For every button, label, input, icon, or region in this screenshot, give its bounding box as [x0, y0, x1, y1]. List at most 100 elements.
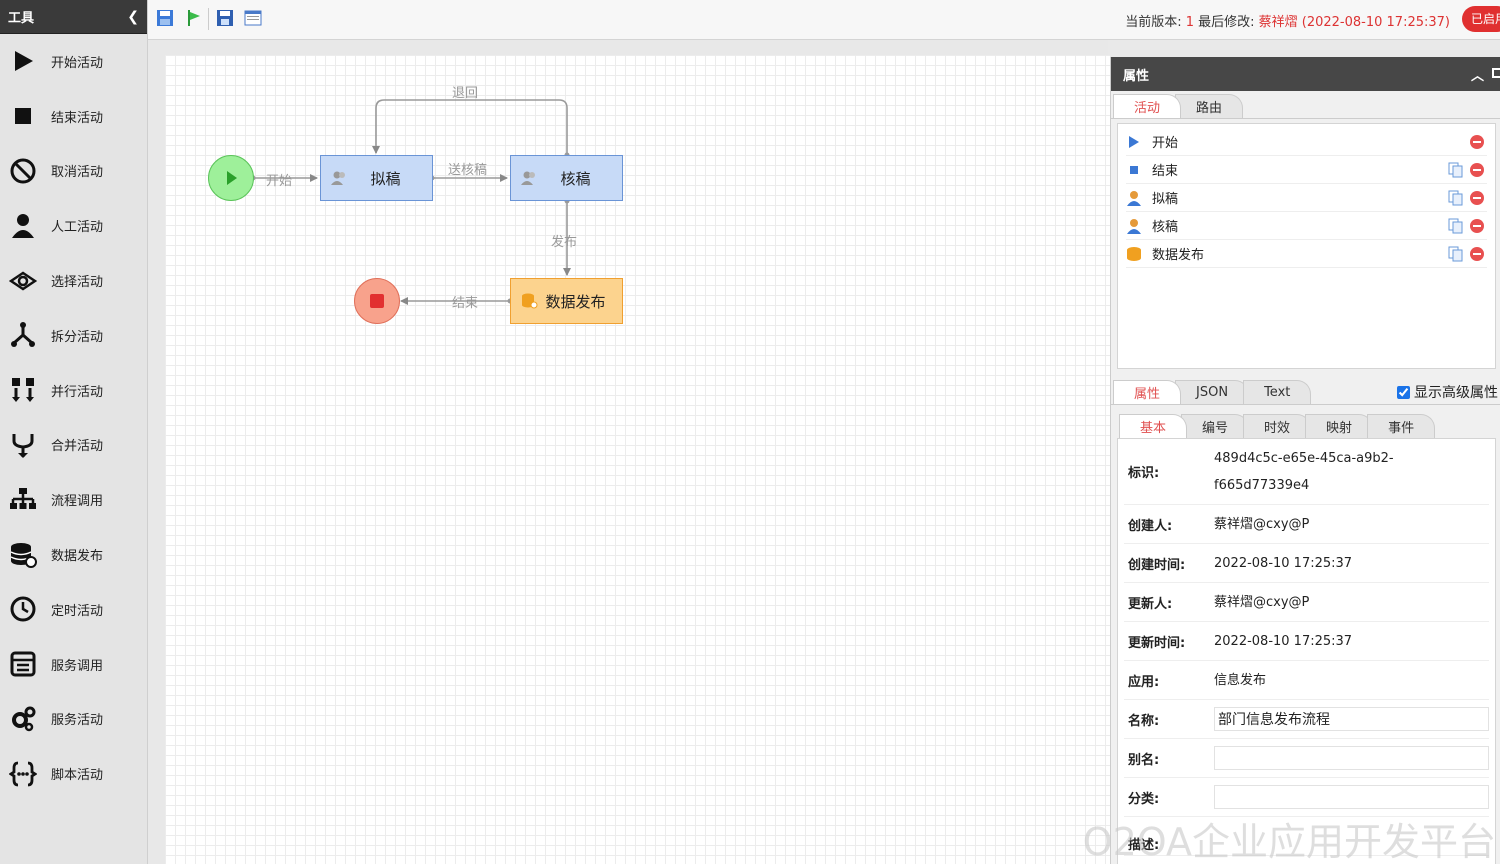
delete-icon[interactable] [1469, 246, 1485, 262]
stop-icon [370, 294, 384, 308]
window-icon[interactable] [244, 9, 262, 27]
delete-icon[interactable] [1469, 162, 1485, 178]
database-icon [8, 540, 38, 570]
tab-mapping[interactable]: 映射 [1305, 414, 1374, 438]
tool-item-user[interactable]: 人工活动 [0, 198, 147, 253]
activity-row[interactable]: 开始 [1126, 128, 1487, 156]
play-icon [1126, 134, 1142, 150]
toolbox-panel: 工具 ❮ 开始活动结束活动 取消活动人工活动选择活动拆分活动并行活动 合并活动 流程调… [0, 0, 148, 864]
stop-icon [1126, 162, 1142, 178]
flow-connections [250, 99, 571, 305]
tab-json[interactable]: JSON [1175, 380, 1250, 404]
route-label-begin[interactable]: 开始 [266, 170, 292, 189]
name-label: 名称: [1128, 713, 1160, 729]
name-field[interactable] [1214, 707, 1489, 731]
tool-list: 开始活动结束活动 取消活动人工活动选择活动拆分活动并行活动 合并活动 流程调用数据发布… [0, 34, 147, 801]
flow-canvas[interactable]: 开始 送核稿 退回 发布 结束 拟稿 核稿 数据发布 [165, 55, 1110, 864]
service-icon [8, 649, 38, 679]
review-node[interactable]: 核稿 [510, 155, 623, 201]
delete-icon[interactable] [1469, 218, 1485, 234]
chevron-up-icon[interactable]: ︿ [1471, 65, 1484, 84]
activity-row[interactable]: 核稿 [1126, 212, 1487, 240]
merge-icon [8, 430, 38, 460]
activity-row[interactable]: 结束 [1126, 156, 1487, 184]
canvas-area: 开始 送核稿 退回 发布 结束 拟稿 核稿 数据发布 [148, 40, 1110, 864]
route-label-finish[interactable]: 结束 [452, 292, 478, 311]
id-value: 489d4c5c-e65e-45ca-a9b2- f665d77339e4 [1214, 450, 1394, 493]
copy-icon[interactable] [1448, 190, 1464, 206]
copy-icon[interactable] [1448, 246, 1464, 262]
application-label: 应用: [1128, 674, 1160, 690]
tab-text[interactable]: Text [1243, 380, 1312, 404]
publish-node-label: 数据发布 [545, 292, 606, 311]
basic-properties-form: 标识: 489d4c5c-e65e-45ca-a9b2- f665d77339e… [1117, 439, 1496, 864]
activity-list: 开始 结束拟稿核稿 数据发布 [1117, 123, 1496, 369]
start-node[interactable] [208, 155, 254, 201]
creator-value: 蔡祥熠@cxy@P [1214, 516, 1310, 532]
tool-label: 人工活动 [51, 220, 104, 236]
category-field[interactable] [1214, 785, 1489, 809]
tool-label: 数据发布 [51, 549, 104, 565]
route-label-publish[interactable]: 发布 [551, 231, 577, 250]
publish-node[interactable]: 数据发布 [510, 278, 623, 324]
copy-icon[interactable] [1448, 218, 1464, 234]
updated-time-value: 2022-08-10 17:25:37 [1214, 633, 1353, 649]
tool-item-service[interactable]: 服务调用 [0, 637, 147, 692]
delete-icon[interactable] [1469, 190, 1485, 206]
publish-flag-icon[interactable] [185, 9, 203, 27]
tool-item-ban[interactable]: 取消活动 [0, 144, 147, 199]
advanced-checkbox[interactable] [1397, 385, 1410, 399]
users-icon [331, 171, 345, 185]
tool-item-choice[interactable]: 选择活动 [0, 253, 147, 308]
activity-row[interactable]: 数据发布 [1126, 240, 1487, 268]
save-as-icon[interactable] [216, 9, 234, 27]
tool-label: 服务活动 [51, 713, 104, 729]
route-label-send-review[interactable]: 送核稿 [448, 159, 487, 178]
tool-item-clock[interactable]: 定时活动 [0, 582, 147, 637]
copy-icon[interactable] [1448, 162, 1464, 178]
parallel-icon [8, 375, 38, 405]
alias-field[interactable] [1214, 746, 1489, 770]
tool-label: 选择活动 [51, 275, 104, 291]
route-return-line[interactable] [372, 99, 568, 155]
toolbox-header: 工具 ❮ [0, 0, 147, 34]
tool-item-parallel[interactable]: 并行活动 [0, 363, 147, 418]
tool-item-play[interactable]: 开始活动 [0, 34, 147, 89]
activity-label: 拟稿 [1152, 192, 1179, 207]
save-icon[interactable] [156, 9, 174, 27]
tool-item-stop[interactable]: 结束活动 [0, 89, 147, 144]
advanced-toggle[interactable]: 显示高级属性 [1397, 382, 1498, 402]
users-icon [521, 171, 535, 185]
tool-item-database[interactable]: 数据发布 [0, 527, 147, 582]
tool-label: 开始活动 [51, 55, 104, 71]
tool-item-hierarchy[interactable]: 流程调用 [0, 472, 147, 527]
activity-route-tabs: 活动 路由 [1111, 91, 1500, 119]
tab-activities[interactable]: 活动 [1113, 94, 1182, 118]
tab-numbering[interactable]: 编号 [1181, 414, 1250, 438]
tab-properties[interactable]: 属性 [1113, 380, 1182, 404]
end-node[interactable] [354, 278, 400, 324]
created-time-label: 创建时间: [1128, 557, 1186, 573]
delete-icon[interactable] [1469, 134, 1485, 150]
tab-timing[interactable]: 时效 [1243, 414, 1312, 438]
activity-row[interactable]: 拟稿 [1126, 184, 1487, 212]
maximize-icon[interactable] [1492, 68, 1500, 78]
tool-item-split[interactable]: 拆分活动 [0, 308, 147, 363]
updater-label: 更新人: [1128, 596, 1173, 612]
draft-node[interactable]: 拟稿 [320, 155, 433, 201]
chevron-left-icon[interactable]: ❮ [127, 9, 139, 25]
properties-title: 属性 [1123, 68, 1150, 84]
tool-item-merge[interactable]: 合并活动 [0, 418, 147, 473]
tab-routes[interactable]: 路由 [1175, 94, 1244, 118]
tool-label: 拆分活动 [51, 329, 104, 345]
tab-events[interactable]: 事件 [1367, 414, 1436, 438]
application-value: 信息发布 [1214, 672, 1267, 688]
enabled-status-badge[interactable]: 已启用 [1462, 6, 1500, 32]
route-label-return[interactable]: 退回 [452, 82, 478, 101]
tab-basic[interactable]: 基本 [1119, 414, 1188, 438]
section-tabs: 基本 编号 时效 映射 事件 [1117, 411, 1496, 439]
tool-item-code[interactable]: 脚本活动 [0, 746, 147, 801]
tool-item-gears[interactable]: 服务活动 [0, 692, 147, 747]
draft-node-label: 拟稿 [370, 169, 401, 188]
properties-panel: 属性 ︿ 活动 路由 开始 结束拟稿核稿 数据发布 属性 JSON Text 显示高… [1110, 57, 1500, 864]
